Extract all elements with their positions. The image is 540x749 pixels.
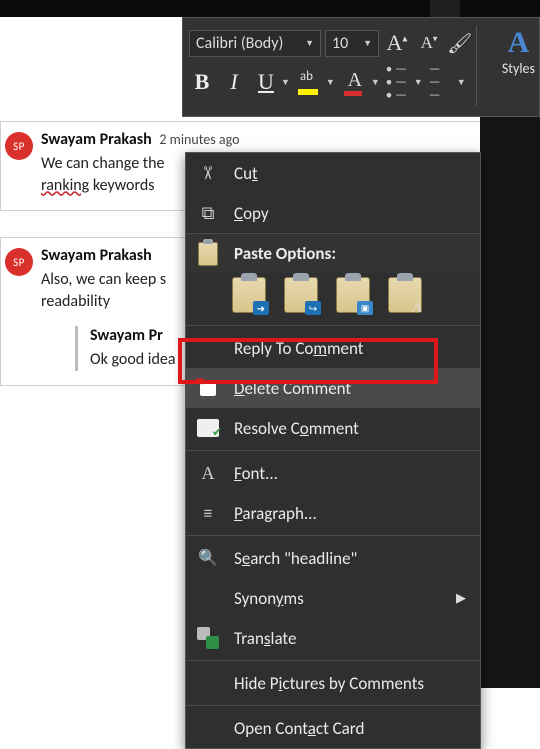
separator — [186, 705, 480, 706]
styles-button[interactable]: A Styles — [502, 26, 535, 77]
paste-text-only-icon[interactable] — [388, 277, 422, 313]
ctx-cut[interactable]: CutCut — [186, 153, 480, 193]
paste-keep-source-icon[interactable] — [232, 277, 266, 313]
font-name-value: Calibri (Body) — [196, 34, 283, 53]
separator — [186, 535, 480, 536]
chevron-down-icon: ▼ — [363, 38, 372, 49]
paragraph-icon — [194, 499, 222, 527]
numbered-list-button[interactable]: ——— — [429, 63, 453, 102]
separator — [186, 450, 480, 451]
translate-icon — [194, 624, 222, 652]
chevron-down-icon[interactable]: ▼ — [326, 77, 335, 88]
ctx-label: TranslateTranslate — [234, 628, 466, 649]
ctx-label: CopyCopy — [234, 203, 466, 224]
paste-options-row — [186, 273, 480, 323]
ctx-search[interactable]: Search "headline"Search "headline" — [186, 538, 480, 578]
ctx-label: Paste Options: — [234, 243, 466, 264]
spell-error-word[interactable]: ranking — [41, 176, 89, 195]
ctx-delete-comment[interactable]: Delete CommentDelete Comment — [186, 368, 480, 408]
chevron-down-icon[interactable]: ▼ — [457, 77, 466, 88]
ctx-copy[interactable]: CopyCopy — [186, 193, 480, 233]
italic-button[interactable]: I — [221, 69, 247, 95]
highlight-button[interactable] — [296, 69, 324, 95]
avatar: SP — [5, 132, 33, 160]
comment-time: 2 minutes ago — [159, 131, 239, 148]
ctx-label: Resolve CommentResolve Comment — [234, 418, 466, 439]
shrink-font-icon[interactable]: A▾ — [415, 33, 443, 53]
font-icon — [194, 459, 222, 487]
font-color-button[interactable]: A — [341, 69, 369, 95]
ctx-translate[interactable]: TranslateTranslate — [186, 618, 480, 658]
blank-icon — [194, 669, 222, 697]
chevron-down-icon: ▼ — [305, 38, 314, 49]
search-icon — [194, 544, 222, 572]
ctx-label: Font...Font... — [234, 463, 466, 484]
ctx-label: Paragraph...Paragraph... — [234, 503, 466, 524]
chevron-right-icon: ▶ — [456, 591, 466, 606]
ctx-hide-pictures[interactable]: Hide Pictures by CommentsHide Pictures b… — [186, 663, 480, 703]
bullets-button[interactable]: • —• —• — — [386, 63, 410, 102]
copy-icon — [194, 199, 222, 227]
resolve-comment-icon — [194, 414, 222, 442]
ctx-label: Reply To CommentReply To Comment — [234, 338, 466, 359]
ctx-label: SynonymsSynonyms — [234, 588, 466, 609]
font-size-select[interactable]: 10 ▼ — [325, 30, 379, 57]
ctx-label: Delete CommentDelete Comment — [234, 378, 466, 399]
blank-icon — [194, 584, 222, 612]
clear-format-icon[interactable] — [447, 31, 471, 55]
styles-label: Styles — [502, 60, 535, 77]
underline-button[interactable]: U — [253, 69, 279, 95]
chevron-down-icon[interactable]: ▼ — [281, 77, 290, 88]
chevron-down-icon[interactable]: ▼ — [414, 77, 423, 88]
comment-author: Swayam Prakash — [41, 130, 152, 149]
separator — [186, 660, 480, 661]
styles-icon: A — [508, 26, 530, 60]
ctx-paragraph[interactable]: Paragraph...Paragraph... — [186, 493, 480, 533]
delete-comment-icon — [194, 374, 222, 402]
comment-author: Swayam Prakash — [41, 246, 152, 265]
grow-font-icon[interactable]: A▴ — [383, 30, 411, 56]
paste-merge-icon[interactable] — [284, 277, 318, 313]
blank-icon — [194, 714, 222, 742]
avatar: SP — [5, 248, 33, 276]
ctx-open-contact-card[interactable]: Open Contact CardOpen Contact Card — [186, 708, 480, 748]
paste-picture-icon[interactable] — [336, 277, 370, 313]
right-dark-column — [480, 117, 540, 688]
divider — [476, 26, 477, 106]
separator — [186, 325, 480, 326]
ctx-reply-comment[interactable]: Reply To CommentReply To Comment — [186, 328, 480, 368]
ctx-label: Search "headline"Search "headline" — [234, 548, 466, 569]
font-size-value: 10 — [332, 34, 348, 53]
font-name-select[interactable]: Calibri (Body) ▼ — [189, 30, 321, 57]
ctx-resolve-comment[interactable]: Resolve CommentResolve Comment — [186, 408, 480, 448]
chevron-down-icon[interactable]: ▼ — [371, 77, 380, 88]
context-menu: CutCut CopyCopy Paste Options: Reply To … — [185, 152, 481, 749]
ctx-label: CutCut — [234, 163, 466, 184]
top-black-bar — [0, 0, 540, 17]
ctx-synonyms[interactable]: SynonymsSynonyms ▶ — [186, 578, 480, 618]
ctx-label: Open Contact CardOpen Contact Card — [234, 718, 466, 739]
ctx-label: Hide Pictures by CommentsHide Pictures b… — [234, 673, 466, 694]
scissors-icon — [194, 159, 222, 187]
clipboard-icon — [194, 240, 222, 268]
ribbon: Calibri (Body) ▼ 10 ▼ A▴ A▾ A Styles B I… — [182, 17, 540, 117]
ctx-paste-options-header: Paste Options: — [186, 233, 480, 273]
ctx-font[interactable]: Font...Font... — [186, 453, 480, 493]
bold-button[interactable]: B — [189, 69, 215, 95]
blank-icon — [194, 334, 222, 362]
